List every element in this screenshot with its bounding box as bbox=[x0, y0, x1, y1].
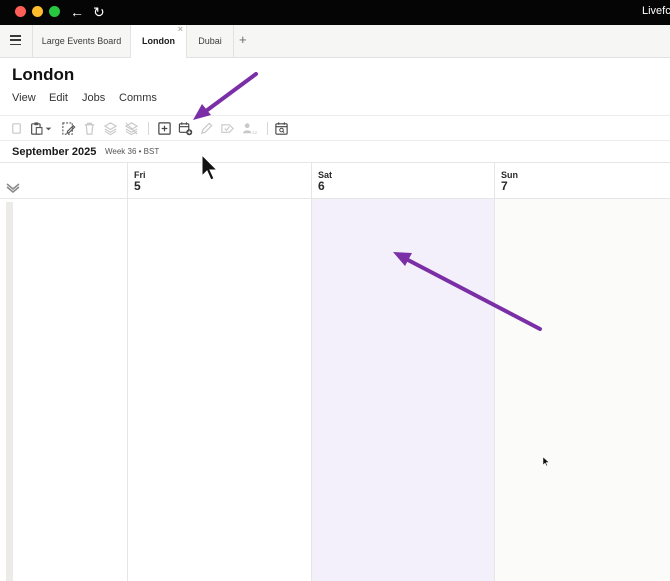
toolbar-divider bbox=[148, 122, 149, 135]
add-box-icon[interactable] bbox=[157, 121, 172, 136]
assign-user-icon[interactable]: 12 bbox=[241, 121, 259, 136]
app-name: Livefc bbox=[642, 5, 670, 17]
add-event-icon[interactable] bbox=[178, 121, 193, 136]
toolbar: 12 bbox=[0, 115, 670, 141]
zoom-window-button[interactable] bbox=[49, 6, 60, 17]
svg-text:12: 12 bbox=[252, 130, 258, 135]
select-edit-icon[interactable] bbox=[61, 121, 76, 136]
close-tab-icon[interactable]: × bbox=[178, 13, 183, 45]
tab-label: London bbox=[142, 36, 175, 46]
day-column-sun[interactable] bbox=[494, 199, 670, 581]
annotation-arrow bbox=[193, 72, 258, 120]
day-header-sat[interactable]: Sat 6 bbox=[311, 163, 494, 199]
menu-view[interactable]: View bbox=[12, 92, 36, 104]
calendar-header: Fri 5 Sat 6 Sun 7 bbox=[0, 162, 670, 199]
pencil-icon[interactable] bbox=[199, 121, 214, 136]
page-title: London bbox=[12, 65, 75, 84]
calendar-search-icon[interactable] bbox=[274, 121, 289, 136]
day-number: 6 bbox=[318, 179, 325, 193]
tab-london[interactable]: London × bbox=[130, 24, 186, 58]
menu-jobs[interactable]: Jobs bbox=[82, 92, 105, 104]
day-name: Sun bbox=[501, 170, 518, 180]
copy-icon[interactable] bbox=[9, 121, 24, 136]
day-number: 5 bbox=[134, 179, 141, 193]
arrow-left-icon[interactable]: ← bbox=[70, 3, 84, 21]
tab-large-events-board[interactable]: Large Events Board bbox=[32, 25, 130, 57]
toolbar-divider bbox=[267, 122, 268, 135]
menu-comms[interactable]: Comms bbox=[119, 92, 157, 104]
paste-icon[interactable] bbox=[29, 121, 53, 136]
day-number: 7 bbox=[501, 179, 508, 193]
window-title-bar: ← ↻ Livefc bbox=[0, 0, 670, 25]
menu-edit[interactable]: Edit bbox=[49, 92, 68, 104]
day-column-sat[interactable] bbox=[311, 199, 494, 581]
tab-label: Large Events Board bbox=[41, 36, 122, 46]
month-label: September 2025 bbox=[12, 146, 97, 158]
resource-column bbox=[0, 199, 127, 581]
layers-icon[interactable] bbox=[103, 121, 118, 136]
add-tab-button[interactable]: + bbox=[239, 32, 247, 47]
reload-icon[interactable]: ↻ bbox=[93, 3, 105, 21]
collapse-chevron-icon[interactable] bbox=[6, 180, 20, 194]
day-name: Fri bbox=[134, 170, 146, 180]
tag-check-icon[interactable] bbox=[220, 121, 235, 136]
tab-label: Dubai bbox=[198, 36, 222, 46]
layers-off-icon[interactable] bbox=[124, 121, 139, 136]
resource-strip bbox=[6, 202, 13, 581]
week-label: Week 36 • BST bbox=[105, 147, 160, 156]
tab-dubai[interactable]: Dubai bbox=[186, 25, 234, 57]
delete-icon[interactable] bbox=[82, 121, 97, 136]
day-header-fri[interactable]: Fri 5 bbox=[127, 163, 311, 199]
tab-bar: Large Events Board London × Dubai + bbox=[0, 24, 670, 58]
day-column-fri[interactable] bbox=[127, 199, 311, 581]
close-window-button[interactable] bbox=[15, 6, 26, 17]
day-header-sun[interactable]: Sun 7 bbox=[494, 163, 670, 199]
day-name: Sat bbox=[318, 170, 333, 180]
hamburger-menu-icon[interactable] bbox=[10, 35, 21, 46]
minimize-window-button[interactable] bbox=[32, 6, 43, 17]
